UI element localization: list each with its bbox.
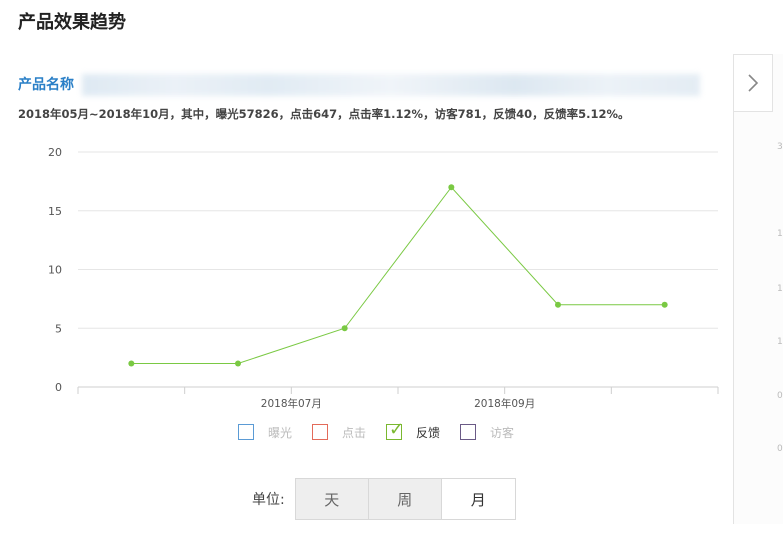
side-tick: 0! (777, 444, 783, 454)
y-tick-label: 0 (55, 381, 62, 394)
check-icon: ✓ (389, 419, 405, 440)
legend-checkbox-clicks[interactable] (312, 424, 329, 440)
y-tick-label: 15 (48, 205, 62, 218)
chart-legend: 曝光 点击 ✓ 反馈 访客 (238, 419, 534, 442)
side-panel (733, 54, 783, 524)
data-point (448, 184, 455, 191)
side-tick: 0! (777, 391, 783, 401)
legend-item-clicks[interactable]: 点击 (312, 424, 366, 441)
side-tick: 1 (777, 229, 783, 239)
page-title: 产品效果趋势 (18, 12, 126, 33)
y-tick-label: 5 (55, 322, 62, 335)
trend-chart: 0 5 10 15 20 2018年07月 2018年09月 (48, 146, 719, 410)
data-point (235, 360, 241, 367)
x-tick-label: 2018年07月 (261, 397, 322, 410)
unit-option-month[interactable]: 月 (441, 479, 515, 519)
panel-toggle-button[interactable] (733, 54, 773, 112)
x-tick-label: 2018年09月 (474, 397, 535, 410)
y-tick-label: 20 (48, 146, 62, 159)
data-point (341, 325, 348, 332)
unit-label: 单位: (252, 492, 285, 508)
side-tick: 3( (777, 142, 783, 152)
legend-label-feedback: 反馈 (416, 425, 441, 440)
data-point (555, 301, 561, 308)
unit-segmented-control: 天 周 月 (294, 478, 516, 520)
unit-option-day[interactable]: 天 (295, 479, 369, 519)
unit-option-week[interactable]: 周 (368, 479, 442, 519)
unit-selector: 单位: 天 周 月 (252, 478, 516, 520)
legend-label-clicks: 点击 (342, 425, 367, 440)
legend-label-exposure: 曝光 (268, 425, 293, 440)
product-row: 产品名称 (18, 72, 708, 98)
legend-item-exposure[interactable]: 曝光 (238, 424, 292, 441)
product-name-redacted (82, 74, 700, 96)
data-point (128, 360, 135, 367)
legend-checkbox-feedback[interactable]: ✓ (386, 419, 404, 440)
side-tick: 1( (777, 337, 783, 347)
legend-item-feedback[interactable]: ✓ 反馈 (386, 419, 441, 441)
legend-label-visitors: 访客 (490, 425, 515, 440)
chevron-right-icon (748, 74, 759, 92)
legend-checkbox-exposure[interactable] (238, 424, 254, 440)
side-tick: 1( (777, 284, 783, 294)
y-tick-label: 10 (48, 264, 62, 277)
summary-text: 2018年05月~2018年10月，其中，曝光57826，点击647，点击率1.… (18, 107, 630, 121)
legend-checkbox-visitors[interactable] (460, 424, 477, 440)
data-point (661, 301, 668, 308)
series-line-feedback (131, 186, 665, 364)
legend-item-visitors[interactable]: 访客 (460, 424, 514, 441)
product-name-label: 产品名称 (18, 77, 74, 93)
